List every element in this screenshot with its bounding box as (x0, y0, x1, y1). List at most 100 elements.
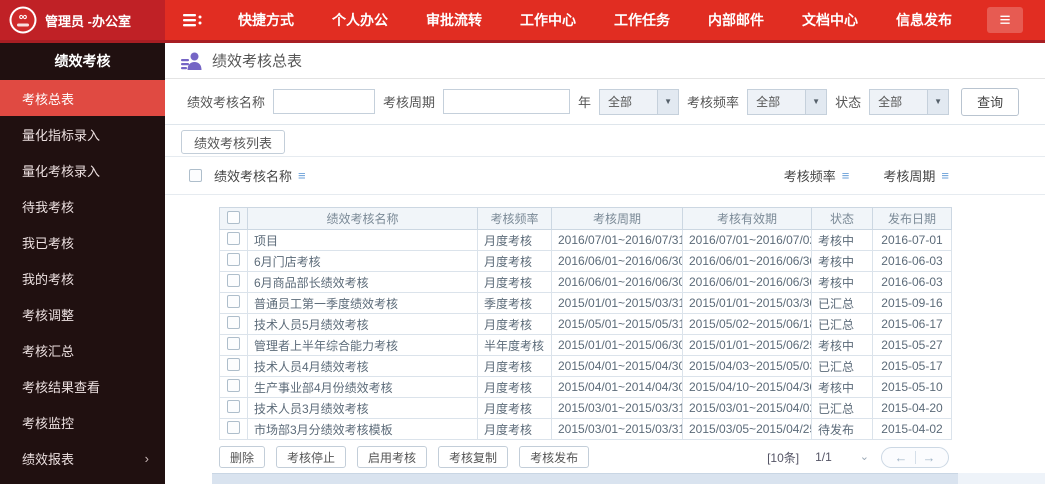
row-checkbox[interactable] (227, 316, 240, 329)
group-name-label: 绩效考核名称 (214, 169, 293, 184)
sidebar-item-7[interactable]: 考核汇总 (0, 332, 165, 368)
chevron-down-icon[interactable]: ▼ (805, 89, 827, 114)
sidebar-item-10[interactable]: 绩效报表 › (0, 440, 165, 476)
row-checkbox[interactable] (227, 337, 240, 350)
cell-考核频率: 月度考核 (477, 313, 552, 335)
table-row[interactable]: 6月商品部长绩效考核 月度考核 2016/06/01~2016/06/30 2016/… (219, 271, 952, 293)
nav-item-1[interactable]: 个人办公 (313, 0, 407, 40)
row-checkbox[interactable] (227, 400, 240, 413)
row-checkbox[interactable] (227, 421, 240, 434)
filter-status-label: 状态 (835, 95, 862, 110)
scrollbar-thumb[interactable] (212, 473, 958, 484)
column-header-0[interactable]: 绩效考核名称 (247, 207, 478, 230)
nav-item-7[interactable]: 信息发布 (877, 0, 971, 40)
select-all-checkbox[interactable] (189, 169, 202, 182)
row-checkbox-cell (219, 250, 248, 272)
group-by-frequency[interactable]: 考核频率 ≡ (784, 166, 850, 185)
cell-绩效考核名称: 项目 (247, 229, 478, 251)
sidebar-item-8[interactable]: 考核结果查看 (0, 368, 165, 404)
select-all-checkbox[interactable] (227, 210, 240, 224)
sort-icon[interactable]: ≡ (941, 169, 949, 182)
column-header-4[interactable]: 状态 (811, 207, 873, 230)
cell-考核有效期: 2015/01/01~2015/03/30 (682, 292, 812, 314)
nav-item-5[interactable]: 内部邮件 (689, 0, 783, 40)
table-row[interactable]: 技术人员3月绩效考核 月度考核 2015/03/01~2015/03/31 2015/… (219, 397, 952, 419)
column-header-2[interactable]: 考核周期 (551, 207, 683, 230)
row-checkbox[interactable] (227, 295, 240, 308)
table-row[interactable]: 管理者上半年综合能力考核 半年度考核 2015/01/01~2015/06/30 20… (219, 334, 952, 356)
page-size-chevron-icon[interactable]: ⌄ (860, 451, 869, 463)
filter-freq-label: 考核频率 (687, 95, 740, 110)
sidebar-item-6[interactable]: 考核调整 (0, 296, 165, 332)
top-bar: ∞ 管理员 -办公室 快捷方式 个人办公 审批流转 工作中心 工作任务 内部邮件 文档中心信… (0, 0, 1045, 40)
action-button-3[interactable]: 考核复制 (438, 446, 509, 468)
action-button-2[interactable]: 启用考核 (357, 446, 428, 468)
assessment-table: 绩效考核名称 考核频率 考核周期 考核有效期 状态 发布日期 项目 月度考核 2016/07/… (219, 207, 952, 440)
more-menu-button[interactable]: ≡ (987, 7, 1023, 33)
column-header-1[interactable]: 考核频率 (477, 207, 552, 230)
row-checkbox[interactable] (227, 358, 240, 371)
row-checkbox[interactable] (227, 232, 240, 245)
cell-考核有效期: 2015/03/01~2015/04/02 (682, 397, 812, 419)
row-checkbox-cell (219, 313, 248, 335)
nav-item-0[interactable]: 快捷方式 (219, 0, 313, 40)
column-header-3[interactable]: 考核有效期 (682, 207, 812, 230)
cell-考核有效期: 2015/01/01~2015/06/25 (682, 334, 812, 356)
cell-考核频率: 月度考核 (477, 271, 552, 293)
group-by-period[interactable]: 考核周期 ≡ (883, 166, 949, 185)
table-row[interactable]: 市场部3月分绩效考核模板 月度考核 2015/03/01~2015/03/31 201… (219, 418, 952, 440)
sidebar: 绩效考核 考核总表 量化指标录入 量化考核录入 待我考核 我已考核 我的考核 考核调整 考核汇… (0, 43, 165, 484)
sidebar-item-label: 考核监控 (22, 415, 75, 431)
table-row[interactable]: 6月门店考核 月度考核 2016/06/01~2016/06/30 2016/06/0… (219, 250, 952, 272)
table-row[interactable]: 生产事业部4月份绩效考核 月度考核 2015/04/01~2014/04/30 201… (219, 376, 952, 398)
sidebar-item-1[interactable]: 量化指标录入 (0, 116, 165, 152)
filter-status-select[interactable]: 全部 ▼ (869, 88, 950, 115)
sort-icon[interactable]: ≡ (842, 169, 850, 182)
column-header-5[interactable]: 发布日期 (872, 207, 952, 230)
filter-name-input[interactable] (273, 89, 376, 114)
nav-item-2[interactable]: 审批流转 (407, 0, 501, 40)
group-by-name[interactable]: 绩效考核名称 ≡ (214, 166, 306, 185)
sort-icon[interactable]: ≡ (298, 169, 306, 182)
tab-assessment-list[interactable]: 绩效考核列表 (181, 130, 286, 154)
table-row[interactable]: 技术人员5月绩效考核 月度考核 2015/05/01~2015/05/31 2015/… (219, 313, 952, 335)
search-button[interactable]: 查询 (961, 87, 1020, 116)
cell-发布日期: 2015-09-16 (872, 292, 952, 314)
cell-考核频率: 月度考核 (477, 376, 552, 398)
nav-collapse-icon[interactable] (183, 13, 203, 28)
chevron-down-icon[interactable]: ▼ (927, 89, 949, 114)
filter-year-select[interactable]: 全部 ▼ (599, 88, 680, 115)
filter-period-input[interactable] (443, 89, 571, 114)
sidebar-item-0[interactable]: 考核总表 (0, 80, 165, 116)
sidebar-item-5[interactable]: 我的考核 (0, 260, 165, 296)
sidebar-item-4[interactable]: 我已考核 (0, 224, 165, 260)
nav-item-4[interactable]: 工作任务 (595, 0, 689, 40)
action-button-0[interactable]: 删除 (219, 446, 266, 468)
sidebar-item-9[interactable]: 考核监控 (0, 404, 165, 440)
sidebar-item-label: 我的考核 (22, 271, 75, 287)
sidebar-item-label: 量化指标录入 (22, 127, 101, 143)
action-button-4[interactable]: 考核发布 (519, 446, 590, 468)
sidebar-item-3[interactable]: 待我考核 (0, 188, 165, 224)
cell-考核频率: 月度考核 (477, 229, 552, 251)
action-button-1[interactable]: 考核停止 (276, 446, 347, 468)
row-checkbox[interactable] (227, 379, 240, 392)
table-row[interactable]: 项目 月度考核 2016/07/01~2016/07/31 2016/07/01~20… (219, 229, 952, 251)
cell-考核周期: 2015/03/01~2015/03/31 (551, 418, 683, 440)
chevron-down-icon[interactable]: ▼ (657, 89, 679, 114)
cell-发布日期: 2016-06-03 (872, 250, 952, 272)
row-checkbox[interactable] (227, 253, 240, 266)
table-row[interactable]: 普通员工第一季度绩效考核 季度考核 2015/01/01~2015/03/31 201… (219, 292, 952, 314)
sidebar-item-label: 考核汇总 (22, 343, 75, 359)
prev-page-button[interactable]: ← (895, 451, 908, 464)
page-indicator: 1/1 (815, 450, 832, 464)
main-content: 绩效考核总表 绩效考核名称 考核周期 年 全部 ▼ 考核频率 全部 ▼ 状态 全… (165, 43, 1045, 484)
pagination: [10条] 1/1 ⌄ ← → (767, 446, 949, 468)
filter-freq-select[interactable]: 全部 ▼ (747, 88, 828, 115)
nav-item-3[interactable]: 工作中心 (501, 0, 595, 40)
next-page-button[interactable]: → (923, 451, 936, 464)
nav-item-6[interactable]: 文档中心 (783, 0, 877, 40)
sidebar-item-2[interactable]: 量化考核录入 (0, 152, 165, 188)
table-row[interactable]: 技术人员4月绩效考核 月度考核 2015/04/01~2015/04/30 2015/… (219, 355, 952, 377)
row-checkbox[interactable] (227, 274, 240, 287)
